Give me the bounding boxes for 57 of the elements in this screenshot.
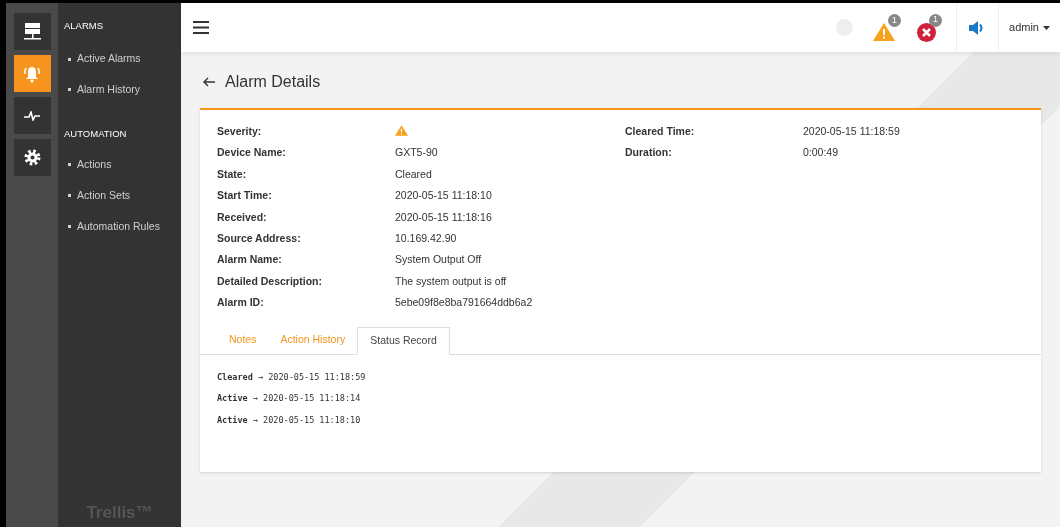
status-record-entry: Active → 2020-05-15 11:18:14: [217, 392, 361, 405]
bell-icon: [23, 64, 41, 83]
field-label: State:: [217, 166, 248, 182]
menu-section-heading: ALARMS: [63, 19, 105, 33]
field-value: 10.169.42.90: [395, 230, 457, 246]
back-arrow-icon[interactable]: [203, 77, 215, 87]
menu-item[interactable]: Actions: [58, 157, 181, 173]
field-value: 2020-05-15 11:18:10: [395, 188, 492, 204]
field-value: 2020-05-15 11:18:59: [803, 124, 900, 139]
sidebar-nav-pulse[interactable]: [13, 97, 51, 134]
menu-icon[interactable]: [193, 21, 209, 34]
field-label: Cleared Time:: [625, 124, 696, 139]
bullet-icon: [68, 88, 71, 92]
field-label: Received:: [217, 209, 268, 225]
page-title: Alarm Details: [225, 72, 321, 92]
field-value: 5ebe09f8e8ba791664ddb6a2: [395, 295, 533, 311]
menu-item[interactable]: Active Alarms: [58, 51, 181, 67]
field-label: Detailed Description:: [217, 273, 324, 289]
warning-icon: [395, 125, 408, 136]
bullet-icon: [68, 57, 71, 61]
warning-button[interactable]: 1: [873, 14, 902, 41]
user-menu[interactable]: admin: [998, 3, 1060, 52]
pulse-icon: [24, 110, 40, 121]
error-count-badge: 1: [929, 13, 943, 27]
status-record-entry: Cleared → 2020-05-15 11:18:59: [217, 370, 366, 384]
sidebar-nav-bell[interactable]: [13, 55, 51, 92]
field-label: Start Time:: [217, 188, 273, 204]
field-value: Cleared: [395, 166, 432, 182]
error-icon: [917, 22, 937, 42]
menu-item[interactable]: Action Sets: [58, 187, 181, 204]
menu-item[interactable]: Automation Rules: [58, 218, 181, 235]
field-label: Alarm Name:: [217, 252, 283, 268]
field-label: Device Name:: [217, 145, 287, 161]
field-label: Alarm ID:: [217, 295, 265, 311]
error-button[interactable]: 1: [917, 13, 943, 42]
status-record-entry: Active → 2020-05-15 11:18:10: [217, 414, 361, 427]
bullet-icon: [68, 163, 71, 167]
sidebar-nav-gear[interactable]: [13, 139, 51, 176]
field-label: Severity:: [217, 124, 263, 139]
field-value: 0:00:49: [803, 145, 839, 161]
field-value: The system output is off: [395, 273, 507, 289]
field-value: GXT5-90: [395, 145, 438, 161]
sidebar-nav-server[interactable]: [13, 13, 51, 50]
field-value: System Output Off: [395, 252, 482, 268]
server-icon: [23, 22, 41, 41]
gear-icon: [23, 149, 41, 166]
field-value: 2020-05-15 11:18:16: [395, 209, 492, 225]
field-label: Duration:: [625, 145, 673, 161]
bullet-icon: [68, 194, 71, 198]
bullet-icon: [68, 224, 71, 228]
menu-item[interactable]: Alarm History: [58, 82, 181, 98]
menu-section-heading: AUTOMATION: [63, 126, 128, 141]
caret-icon: [1043, 25, 1050, 30]
field-label: Source Address:: [217, 230, 302, 246]
tab[interactable]: Status Record: [357, 326, 450, 355]
warning-icon: [873, 23, 896, 41]
warning-count-badge: 1: [888, 14, 902, 27]
